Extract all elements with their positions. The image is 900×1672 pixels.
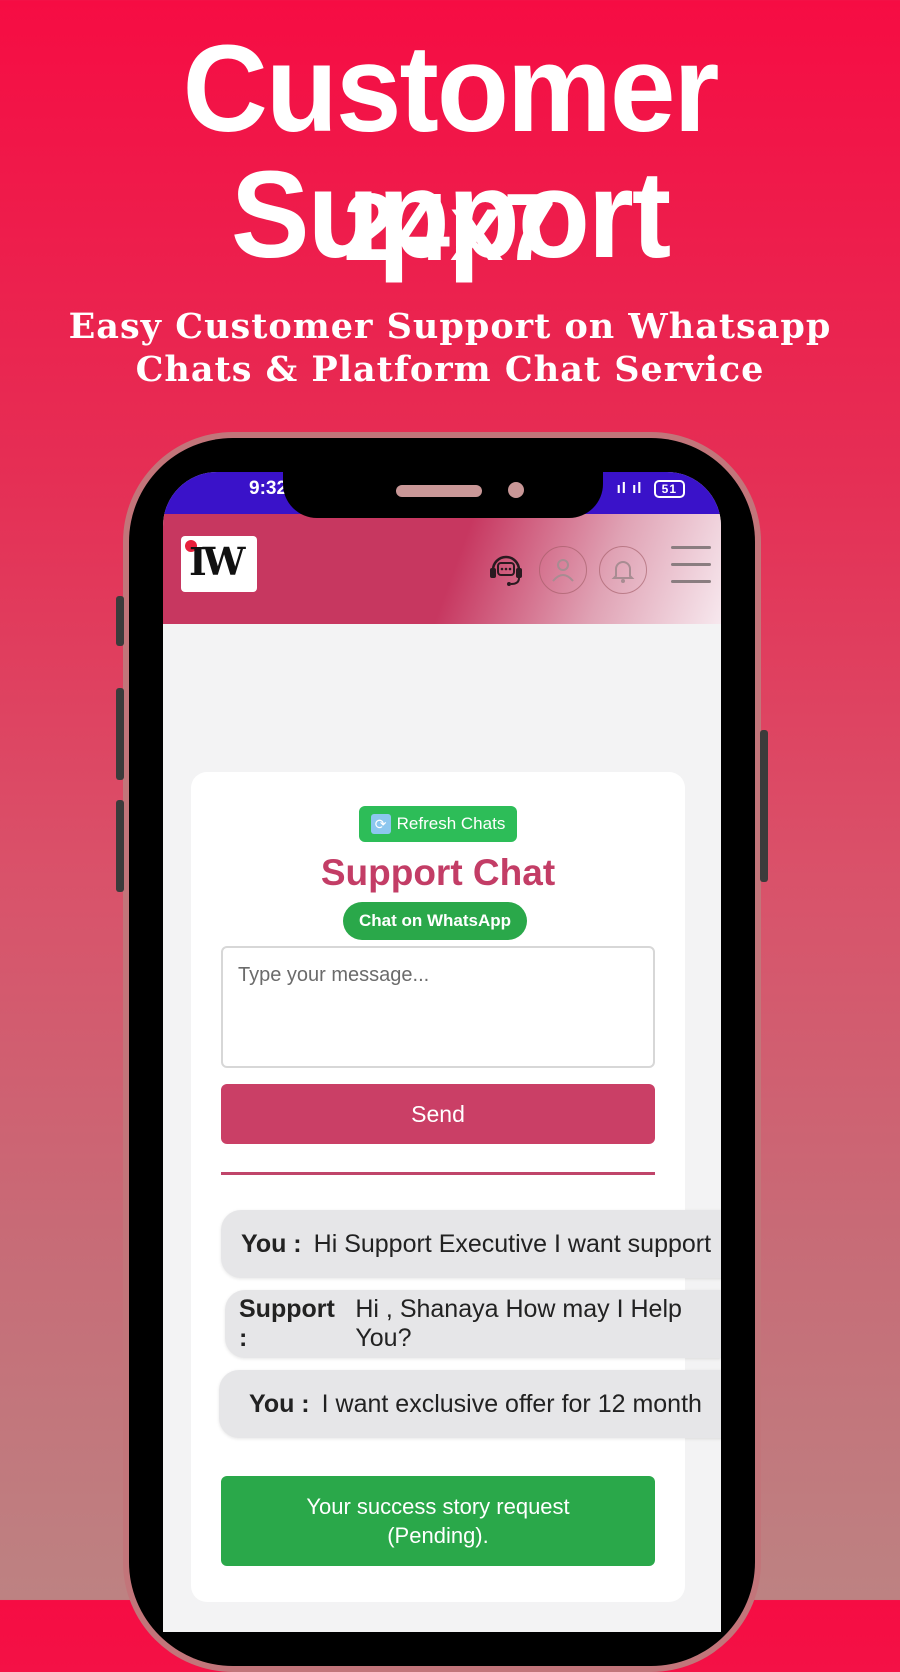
profile-icon[interactable] <box>539 546 587 594</box>
chat-sender: Support : <box>239 1295 335 1352</box>
status-line2: (Pending). <box>387 1523 489 1548</box>
support-headset-icon[interactable] <box>483 546 529 592</box>
phone-side-button <box>116 596 124 646</box>
phone-side-button <box>116 800 124 892</box>
app-logo[interactable]: IW <box>181 536 257 592</box>
status-indicators: ıl ıl 51 <box>616 480 685 499</box>
status-line1: Your success story request <box>306 1494 570 1519</box>
phone-power-button <box>760 730 768 882</box>
chat-text: I want exclusive offer for 12 month <box>321 1389 702 1418</box>
phone-side-button <box>116 688 124 780</box>
logo-mark: IW <box>189 539 245 584</box>
menu-bar <box>671 580 711 583</box>
promo-headline-sub: 24x7 <box>343 174 557 281</box>
chat-text: Hi Support Executive I want support <box>313 1229 712 1258</box>
menu-bar <box>671 563 711 566</box>
promo-tagline-line2: Chats & Platform Chat Service <box>135 349 765 390</box>
app-header: IW <box>163 514 721 624</box>
status-time: 9:32 <box>249 478 288 499</box>
chat-text: Hi , Shanaya How may I Help You? <box>355 1295 682 1352</box>
chat-on-whatsapp-button[interactable]: Chat on WhatsApp <box>343 902 527 940</box>
notification-bell-icon[interactable] <box>599 546 647 594</box>
message-input[interactable] <box>221 946 655 1068</box>
phone-screen: 9:32 ıl ıl 51 IW ⟳ Refresh Chats Support… <box>163 472 721 1632</box>
page-title: Support Chat <box>320 852 556 893</box>
divider <box>221 1172 655 1175</box>
chat-sender: You : <box>249 1389 310 1418</box>
battery-level: 51 <box>661 482 677 497</box>
status-message: Your success story request (Pending). <box>221 1476 655 1566</box>
chat-sender: You : <box>241 1229 302 1258</box>
phone-camera <box>508 482 524 498</box>
chat-message: You : I want exclusive offer for 12 mont… <box>219 1370 721 1438</box>
refresh-icon: ⟳ <box>370 814 391 834</box>
chat-message: You : Hi Support Executive I want suppor… <box>221 1210 721 1278</box>
promo-tagline-line1: Easy Customer Support on Whatsapp <box>68 306 832 347</box>
send-button[interactable]: Send <box>221 1084 655 1144</box>
signal-icon: ıl ıl <box>616 480 643 497</box>
menu-icon[interactable] <box>671 546 711 590</box>
phone-speaker <box>396 485 482 497</box>
battery-icon: 51 <box>653 480 685 499</box>
menu-bar <box>671 546 711 549</box>
chat-message: Support : Hi , Shanaya How may I Help Yo… <box>225 1290 721 1358</box>
promo-tagline: Easy Customer Support on Whatsapp Chats … <box>0 305 900 391</box>
refresh-chats-label: Refresh Chats <box>396 814 506 833</box>
refresh-chats-button[interactable]: ⟳ Refresh Chats <box>359 806 517 842</box>
